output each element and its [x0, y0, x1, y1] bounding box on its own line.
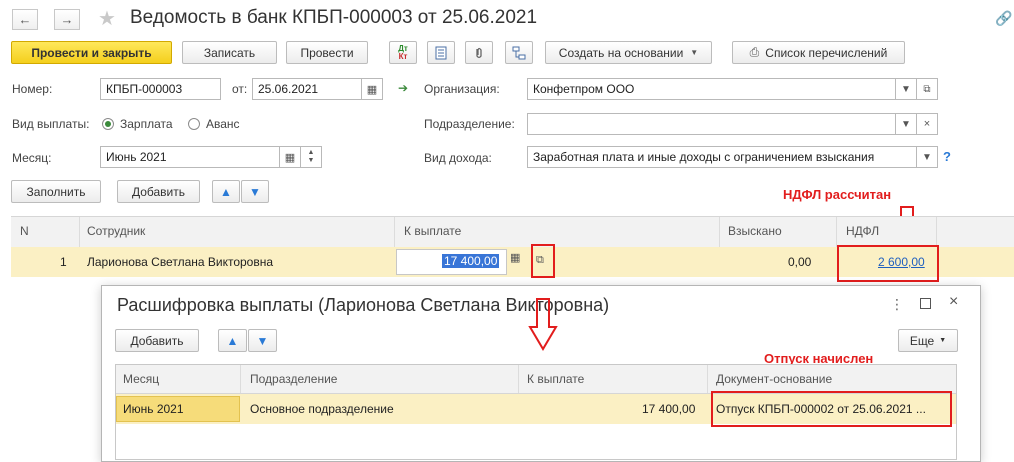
attach-button[interactable] — [465, 41, 493, 64]
row-collected: 0,00 — [788, 255, 812, 269]
hierarchy-icon — [512, 46, 526, 59]
dialog-col-month[interactable]: Месяц — [123, 372, 159, 386]
calendar-icon: ▦ — [366, 83, 378, 96]
chevron-down-icon: ▼ — [901, 118, 911, 130]
forward-button[interactable]: → — [54, 9, 80, 30]
more-vertical-icon[interactable]: ⋮ — [890, 296, 904, 313]
move-down-button[interactable]: ▼ — [241, 180, 269, 203]
month-calendar-button[interactable]: ▦ — [280, 146, 301, 168]
income-type-field[interactable]: Заработная плата и иные доходы с огранич… — [527, 146, 917, 168]
chevron-down-icon: ▼ — [901, 83, 911, 95]
col-n[interactable]: N — [20, 224, 29, 238]
dialog-more-label: Еще — [909, 333, 935, 348]
month-field[interactable]: Июнь 2021 — [100, 146, 280, 168]
back-button[interactable]: ← — [12, 9, 38, 30]
chevron-down-icon: ▼ — [922, 151, 932, 163]
number-field[interactable]: КПБП-000003 — [100, 78, 221, 100]
chevron-down-icon: ▼ — [939, 337, 947, 344]
subdivision-field[interactable] — [527, 113, 896, 135]
star-icon[interactable]: ★ — [98, 6, 116, 31]
dialog-row-subdivision: Основное подразделение — [250, 402, 394, 416]
row-to-pay[interactable]: 17 400,00 — [442, 254, 500, 268]
transfers-list-label: Список перечислений — [765, 45, 888, 60]
window-title: Ведомость в банк КПБП-000003 от 25.06.20… — [130, 7, 538, 28]
arrow-right-icon: → — [60, 12, 74, 27]
save-button[interactable]: Записать — [182, 41, 277, 64]
org-dropdown-button[interactable]: ▼ — [896, 78, 917, 100]
col-ndfl[interactable]: НДФЛ — [846, 224, 879, 238]
date-label: от: — [232, 82, 248, 96]
dialog-col-basis[interactable]: Документ-основание — [716, 372, 832, 386]
annotation-box-ndfl — [837, 245, 939, 282]
add-button[interactable]: Добавить — [117, 180, 200, 203]
create-based-button[interactable]: Создать на основании ▼ — [545, 41, 712, 64]
open-icon: ⧉ — [923, 83, 931, 95]
report-button[interactable] — [427, 41, 455, 64]
radio-advance-label[interactable]: Аванс — [206, 117, 240, 131]
chevron-down-icon: ▼ — [690, 48, 699, 57]
arrow-down-icon: ▼ — [256, 333, 269, 348]
month-spinner[interactable]: ▲ ▼ — [301, 146, 322, 168]
close-icon[interactable]: × — [949, 293, 958, 311]
radio-salary-label[interactable]: Зарплата — [120, 117, 173, 131]
col-collected[interactable]: Взыскано — [728, 224, 782, 238]
dialog-add-button[interactable]: Добавить — [115, 329, 199, 352]
income-type-label: Вид дохода: — [424, 151, 492, 165]
income-type-dropdown-button[interactable]: ▼ — [917, 146, 938, 168]
arrow-left-icon: ← — [18, 12, 32, 27]
month-label: Месяц: — [12, 151, 52, 165]
radio-advance[interactable] — [188, 118, 200, 130]
annotation-arrow-dialog — [528, 298, 558, 351]
subdivision-dropdown-button[interactable]: ▼ — [896, 113, 917, 135]
dialog-col-to-pay[interactable]: К выплате — [527, 372, 584, 386]
payment-type-label: Вид выплаты: — [12, 117, 90, 131]
link-icon[interactable]: 🔗 — [995, 10, 1012, 27]
dialog-col-subdivision[interactable]: Подразделение — [250, 372, 337, 386]
row-employee[interactable]: Ларионова Светлана Викторовна — [87, 255, 273, 269]
annotation-box-vacation — [711, 391, 952, 427]
maximize-icon[interactable] — [920, 298, 931, 309]
annotation-box-open — [531, 244, 555, 278]
calendar-icon: ▦ — [284, 151, 296, 164]
fill-button[interactable]: Заполнить — [11, 180, 101, 203]
create-based-label: Создать на основании — [558, 45, 684, 60]
arrow-down-icon: ▼ — [249, 184, 261, 199]
kt-icon: Кт — [398, 51, 408, 61]
radio-salary[interactable] — [102, 118, 114, 130]
transfers-list-button[interactable]: ⎙ Список перечислений — [732, 41, 905, 64]
dialog-move-up-button[interactable]: ▲ — [218, 329, 247, 352]
calculator-icon[interactable]: ▦ — [510, 251, 520, 264]
number-label: Номер: — [12, 82, 53, 96]
dialog-more-button[interactable]: Еще ▼ — [898, 329, 958, 352]
calendar-button[interactable]: ▦ — [362, 78, 383, 100]
org-field[interactable]: Конфетпром ООО — [527, 78, 896, 100]
close-icon: × — [923, 118, 931, 130]
sync-icon[interactable]: ➔ — [398, 81, 408, 95]
post-button[interactable]: Провести — [286, 41, 368, 64]
help-icon[interactable]: ? — [943, 149, 951, 164]
org-open-button[interactable]: ⧉ — [917, 78, 938, 100]
move-up-button[interactable]: ▲ — [212, 180, 240, 203]
annotation-ndfl: НДФЛ рассчитан — [783, 187, 892, 202]
paperclip-icon — [476, 47, 482, 58]
subdivision-label: Подразделение: — [424, 117, 515, 131]
dialog-row-month[interactable]: Июнь 2021 — [123, 402, 184, 416]
spin-up-icon: ▲ — [307, 149, 315, 156]
col-employee[interactable]: Сотрудник — [87, 224, 145, 238]
post-and-close-button[interactable]: Провести и закрыть — [11, 41, 172, 64]
subdivision-clear-button[interactable]: × — [917, 113, 938, 135]
spin-down-icon: ▼ — [307, 157, 315, 164]
col-to-pay[interactable]: К выплате — [404, 224, 461, 238]
row-n: 1 — [60, 255, 67, 269]
dt-kt-button[interactable]: Дт Кт — [389, 41, 417, 64]
org-label: Организация: — [424, 82, 500, 96]
arrow-up-icon: ▲ — [220, 184, 232, 199]
arrow-up-icon: ▲ — [226, 333, 239, 348]
document-list-icon — [435, 46, 447, 59]
dialog-row-to-pay: 17 400,00 — [642, 402, 696, 416]
structure-button[interactable] — [505, 41, 533, 64]
date-field[interactable]: 25.06.2021 — [252, 78, 362, 100]
printer-icon: ⎙ — [749, 45, 760, 59]
dialog-move-down-button[interactable]: ▼ — [248, 329, 277, 352]
